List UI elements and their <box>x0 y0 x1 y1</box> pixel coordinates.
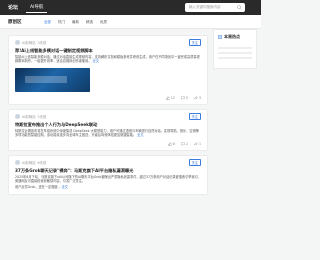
read-more-link[interactable]: 全文 <box>137 133 143 137</box>
post-title[interactable]: 37万条Grok聊天记录"裸奔"：马斯克旗下AI平台隐私漏洞曝光 <box>15 168 201 173</box>
author-name[interactable]: AI前哨站 <box>22 160 36 165</box>
comment-button[interactable]: 5 <box>181 96 188 100</box>
list-icon <box>218 35 222 39</box>
post-time: 5天前 <box>37 114 47 119</box>
avatar[interactable] <box>15 113 20 119</box>
share-icon <box>194 95 198 100</box>
nav-ai-navigation[interactable]: AI导航 <box>26 2 48 13</box>
comment-icon <box>181 142 185 146</box>
post-feed: AI前哨站 3天前 关注 荐!Ai上线智能多模对话一键制定视频脚本 智能AI上线… <box>8 35 208 199</box>
post-meta: AI前哨站 5天前 <box>15 113 201 119</box>
chip-featured[interactable]: 精选 <box>84 19 95 26</box>
post-title[interactable]: 特斯拉宣布推出个人行为与DeepSeek联动 <box>15 122 201 127</box>
sub-header: 原创区 全部 热门 最新 精选 优质 <box>0 15 261 29</box>
post-title[interactable]: 荐!Ai上线智能多模对话一键制定视频脚本 <box>15 48 201 53</box>
post-excerpt-extra: 用户反馈Grok，还在一定程度... 全文 <box>15 185 68 190</box>
search-input[interactable]: 输入关键词搜索内容 <box>185 3 245 12</box>
search-placeholder: 输入关键词搜索内容 <box>189 5 221 9</box>
hot-list <box>214 47 256 59</box>
post-card[interactable]: AI前哨站 5天前 关注 特斯拉宣布推出个人行为与DeepSeek联动 特斯拉近… <box>8 108 208 151</box>
hot-item-placeholder <box>218 47 252 49</box>
thumb-up-icon <box>168 141 172 146</box>
post-time: 6天前 <box>37 160 47 165</box>
follow-button[interactable]: 关注 <box>188 39 201 46</box>
avatar[interactable] <box>15 40 20 45</box>
chip-all[interactable]: 全部 <box>42 19 53 26</box>
post-meta: AI前哨站 6天前 <box>15 159 201 165</box>
chip-quality[interactable]: 优质 <box>98 19 109 26</box>
section-title: 原创区 <box>8 20 22 25</box>
search-icon[interactable] <box>237 5 242 10</box>
follow-button[interactable]: 关注 <box>188 158 201 166</box>
hot-topics-title: 本周热点 <box>214 30 256 44</box>
comment-button[interactable]: 2 <box>181 142 188 146</box>
share-icon <box>194 141 198 145</box>
like-button[interactable]: 12 <box>166 96 175 100</box>
hot-item-placeholder <box>218 52 252 54</box>
author-name[interactable]: AI前哨站 <box>22 40 36 45</box>
follow-button[interactable]: 关注 <box>188 112 201 120</box>
chip-hot[interactable]: 热门 <box>56 19 67 26</box>
like-button[interactable]: 8 <box>168 142 175 146</box>
top-bar: 论坛 AI导航 输入关键词搜索内容 <box>0 0 261 15</box>
comment-icon <box>181 96 185 100</box>
share-button[interactable]: 1 <box>194 142 201 146</box>
hot-topics-panel: 本周热点 <box>213 29 257 69</box>
read-more-link[interactable]: 全文 <box>93 59 99 63</box>
share-button[interactable]: 3 <box>194 96 201 100</box>
chip-latest[interactable]: 最新 <box>70 19 81 26</box>
post-actions: 12 5 3 <box>15 96 201 100</box>
hot-item-placeholder <box>218 57 252 59</box>
post-meta: AI前哨站 3天前 <box>15 40 201 45</box>
post-excerpt: 特斯拉近期宣布将在车载系统中深度集成 DeepSeek 大模型能力，用户可通过语… <box>15 128 199 138</box>
post-thumbnail[interactable] <box>15 67 90 92</box>
post-card[interactable]: AI前哨站 3天前 关注 荐!Ai上线智能多模对话一键制定视频脚本 智能AI上线… <box>8 35 208 105</box>
post-excerpt: 智能AI上线智能多模对话，通过对话直接生成视频内容，支持解析文档和模板参考并修改… <box>15 55 200 64</box>
post-time: 3天前 <box>37 41 47 45</box>
filter-chips: 全部 热门 最新 精选 优质 <box>42 19 109 26</box>
post-card[interactable]: AI前哨站 6天前 关注 37万条Grok聊天记录"裸奔"：马斯克旗下AI平台隐… <box>8 154 208 195</box>
read-more-link[interactable]: 全文 <box>62 185 68 189</box>
post-excerpt: 2025年8月下旬，马斯克旗下xAI公司旗下的AI聊天平台Grok被曝出严重隐私… <box>15 174 202 184</box>
thumb-up-icon <box>166 95 170 100</box>
post-actions: 8 2 1 <box>15 142 201 146</box>
author-name[interactable]: AI前哨站 <box>22 114 36 119</box>
site-logo[interactable]: 论坛 <box>8 4 18 11</box>
avatar[interactable] <box>15 159 20 165</box>
